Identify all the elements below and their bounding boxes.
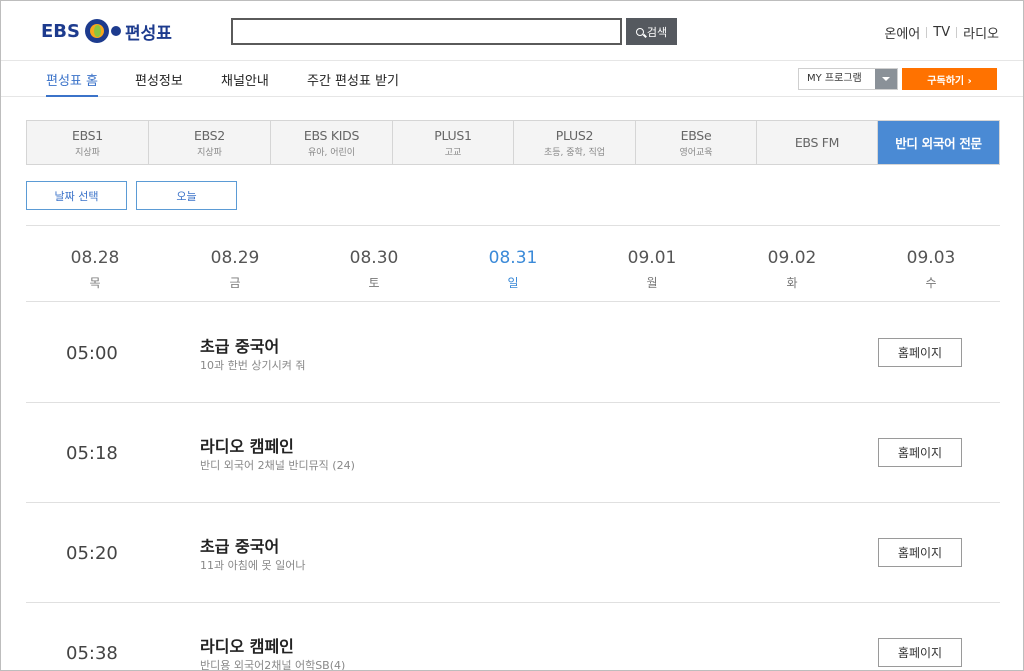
program-time: 05:20 [66, 543, 118, 564]
day-weekday: 수 [925, 276, 937, 290]
my-program-label: MY 프로그램 [807, 73, 862, 84]
program-subtitle: 11과 아침에 못 일어나 [200, 559, 306, 572]
logo-mark-icon [84, 19, 121, 43]
date-select-button[interactable]: 날짜 선택 [26, 181, 127, 210]
homepage-button[interactable]: 홈페이지 [878, 538, 962, 567]
link-onair[interactable]: 온에어 [884, 23, 920, 42]
page-frame: EBS 편성표 검색 온에어 TV 라디오 편성표 홈 편성정보 채널안내 주간… [0, 0, 1024, 671]
program-title[interactable]: 초급 중국어 [200, 333, 279, 357]
my-program-select[interactable]: MY 프로그램 [798, 68, 898, 90]
program-row: 05:18 라디오 캠페인 반디 외국어 2채널 반디뮤직 (24) 홈페이지 [26, 403, 1000, 503]
tab-ebs-fm[interactable]: EBS FM [757, 121, 878, 164]
program-row: 05:00 초급 중국어 10과 한번 상기시켜 줘 홈페이지 [26, 303, 1000, 403]
day-weekday: 금 [229, 276, 241, 290]
day-weekday: 월 [646, 276, 658, 290]
day-0902[interactable]: 09.02 화 [742, 248, 842, 291]
link-tv[interactable]: TV [933, 25, 950, 40]
divider [26, 301, 1000, 302]
link-divider [956, 27, 958, 38]
day-weekday: 토 [368, 276, 380, 290]
program-row: 05:20 초급 중국어 11과 아침에 못 일어나 홈페이지 [26, 503, 1000, 603]
link-radio[interactable]: 라디오 [963, 23, 999, 42]
today-button[interactable]: 오늘 [136, 181, 237, 210]
tab-sublabel: 고교 [444, 147, 462, 158]
site-header: EBS 편성표 검색 온에어 TV 라디오 [1, 1, 1023, 61]
search-button[interactable]: 검색 [626, 18, 677, 45]
search-input[interactable] [233, 20, 620, 43]
program-title[interactable]: 라디오 캠페인 [200, 433, 294, 457]
program-time: 05:18 [66, 443, 118, 464]
search-input-box[interactable] [231, 18, 622, 45]
day-date: 08.28 [70, 248, 120, 268]
channel-tabs: EBS1 지상파 EBS2 지상파 EBS KIDS 유아, 어린이 PLUS1… [26, 120, 1000, 165]
tab-sublabel: 지상파 [75, 147, 100, 158]
day-weekday: 일 [507, 276, 519, 290]
day-0901[interactable]: 09.01 월 [602, 248, 702, 291]
tab-plus2[interactable]: PLUS2 초등, 중학, 직업 [514, 121, 636, 164]
ebs-logo[interactable]: EBS 편성표 [41, 18, 172, 44]
tab-sublabel: 지상파 [197, 147, 222, 158]
tab-bandi-foreign-language[interactable]: 반디 외국어 전문 [878, 121, 999, 164]
day-date: 08.29 [210, 248, 260, 268]
search-icon [635, 27, 644, 36]
day-date: 09.01 [627, 248, 677, 268]
search-button-label: 검색 [646, 25, 668, 39]
nav-item-channel-guide[interactable]: 채널안내 [221, 70, 269, 97]
divider [26, 225, 1000, 226]
program-subtitle: 10과 한번 상기시켜 줘 [200, 359, 306, 372]
tab-sublabel: 유아, 어린이 [307, 147, 356, 158]
logo-text: EBS [41, 20, 80, 42]
program-subtitle: 반디 외국어 2채널 반디뮤직 (24) [200, 459, 355, 472]
homepage-button[interactable]: 홈페이지 [878, 638, 962, 667]
nav-item-schedule-info[interactable]: 편성정보 [135, 70, 183, 97]
program-time: 05:38 [66, 643, 118, 664]
nav-item-schedule-home[interactable]: 편성표 홈 [46, 70, 98, 97]
program-row: 05:38 라디오 캠페인 반디용 외국어2채널 어학SB(4) 홈페이지 [26, 603, 1000, 671]
homepage-button[interactable]: 홈페이지 [878, 338, 962, 367]
day-date: 09.02 [767, 248, 817, 268]
day-0829[interactable]: 08.29 금 [185, 248, 285, 291]
tab-label: 반디 외국어 전문 [895, 136, 982, 151]
day-weekday: 목 [89, 276, 101, 290]
tab-label: PLUS2 [555, 127, 594, 143]
tab-ebs1[interactable]: EBS1 지상파 [27, 121, 149, 164]
day-date: 08.30 [349, 248, 399, 268]
tab-ebs-kids[interactable]: EBS KIDS 유아, 어린이 [271, 121, 393, 164]
top-links: 온에어 TV 라디오 [884, 23, 999, 42]
day-0903[interactable]: 09.03 수 [881, 248, 981, 291]
day-0831[interactable]: 08.31 일 [463, 248, 563, 291]
tab-ebs2[interactable]: EBS2 지상파 [149, 121, 271, 164]
program-subtitle: 반디용 외국어2채널 어학SB(4) [200, 659, 346, 671]
tab-label: EBS FM [794, 135, 840, 150]
tab-label: EBS KIDS [303, 127, 360, 143]
tab-ebse[interactable]: EBSe 영어교육 [636, 121, 757, 164]
tab-sublabel: 초등, 중학, 직업 [543, 147, 606, 158]
tab-label: EBS2 [194, 127, 225, 143]
tab-sublabel: 영어교육 [679, 147, 713, 158]
program-title[interactable]: 초급 중국어 [200, 533, 279, 557]
day-date: 08.31 [488, 248, 538, 268]
main-nav: 편성표 홈 편성정보 채널안내 주간 편성표 받기 MY 프로그램 구독하기 › [1, 61, 1023, 97]
tab-plus1[interactable]: PLUS1 고교 [393, 121, 514, 164]
subscribe-button[interactable]: 구독하기 › [902, 68, 997, 90]
day-weekday: 화 [786, 276, 798, 290]
logo-subtitle: 편성표 [124, 23, 172, 44]
homepage-button[interactable]: 홈페이지 [878, 438, 962, 467]
tab-label: EBS1 [72, 127, 103, 143]
link-divider [926, 27, 928, 38]
program-time: 05:00 [66, 343, 118, 364]
day-0828[interactable]: 08.28 목 [45, 248, 145, 291]
day-0830[interactable]: 08.30 토 [324, 248, 424, 291]
program-title[interactable]: 라디오 캠페인 [200, 633, 294, 657]
nav-item-weekly-download[interactable]: 주간 편성표 받기 [307, 70, 399, 97]
tab-label: EBSe [680, 127, 712, 143]
chevron-down-icon [875, 69, 897, 89]
day-date: 09.03 [906, 248, 956, 268]
tab-label: PLUS1 [434, 127, 472, 143]
